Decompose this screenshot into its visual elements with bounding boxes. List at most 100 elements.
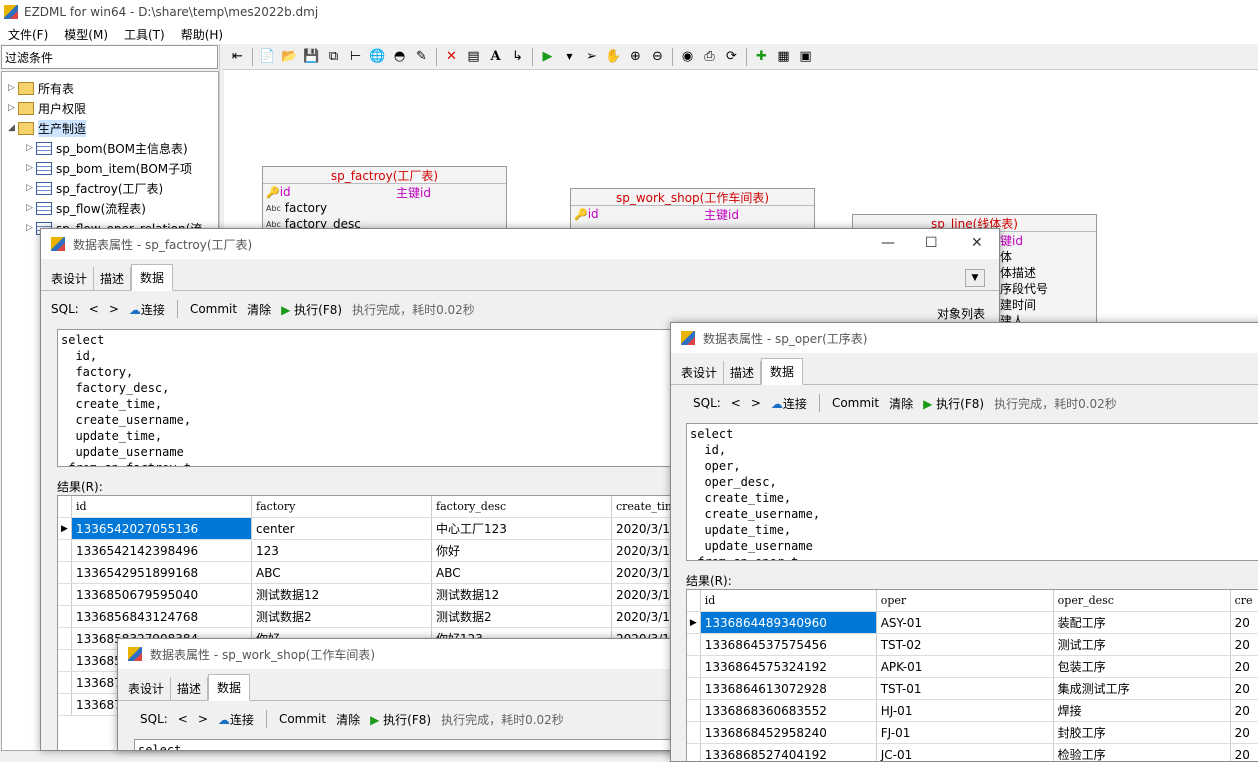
menu-model[interactable]: 模型(M): [56, 26, 116, 43]
back-icon[interactable]: ⇤: [228, 47, 247, 66]
cell[interactable]: HJ-01: [877, 700, 1054, 721]
clear-button[interactable]: 清除: [889, 395, 913, 412]
eye-icon[interactable]: ◉: [678, 47, 697, 66]
table-row[interactable]: 1336864613072928 TST-01 集成测试工序 20: [687, 678, 1258, 700]
cell[interactable]: 测试数据12: [432, 584, 612, 605]
commit-button[interactable]: Commit: [190, 302, 237, 316]
pencil-icon[interactable]: ✎: [412, 47, 431, 66]
table-row[interactable]: 1336868360683552 HJ-01 焊接 20: [687, 700, 1258, 722]
tree-item-sp-bom[interactable]: ▷ sp_bom(BOM主信息表): [26, 138, 188, 158]
entity-sp-factroy[interactable]: sp_factroy(工厂表) 🔑 id 主键id Abc factory Abc …: [262, 166, 507, 236]
cell[interactable]: 装配工序: [1054, 612, 1231, 633]
tab-description[interactable]: 描述: [94, 267, 132, 290]
cell[interactable]: 1336542027055136: [72, 518, 252, 539]
close-icon[interactable]: ✕: [971, 235, 983, 251]
cell[interactable]: 1336856843124768: [72, 606, 252, 627]
chevron-right-icon[interactable]: ▷: [26, 203, 36, 213]
cell[interactable]: 封胶工序: [1054, 722, 1231, 743]
next-button[interactable]: >: [751, 396, 761, 410]
chevron-down-icon[interactable]: ◢: [8, 123, 18, 133]
chevron-right-icon[interactable]: ▷: [26, 183, 36, 193]
cell[interactable]: 1336864575324192: [701, 656, 877, 677]
cell[interactable]: 20: [1231, 722, 1258, 743]
tab-description[interactable]: 描述: [171, 677, 209, 700]
execute-button[interactable]: ▶ 执行(F8): [370, 711, 431, 728]
tree-item-sp-factroy[interactable]: ▷ sp_factroy(工厂表): [26, 178, 163, 198]
connect-button[interactable]: ☁连接: [218, 711, 254, 728]
commit-button[interactable]: Commit: [832, 396, 879, 410]
cell[interactable]: 焊接: [1054, 700, 1231, 721]
clear-button[interactable]: 清除: [336, 711, 360, 728]
print-icon[interactable]: ⎙: [700, 47, 719, 66]
minimize-icon[interactable]: —: [881, 235, 895, 251]
prev-button[interactable]: <: [178, 712, 188, 726]
save-icon[interactable]: 💾: [302, 47, 321, 66]
globe-icon[interactable]: 🌐: [368, 47, 387, 66]
cell[interactable]: 测试数据12: [252, 584, 432, 605]
cell[interactable]: 1336850679595040: [72, 584, 252, 605]
cell[interactable]: 20: [1231, 678, 1258, 699]
cell[interactable]: TST-02: [877, 634, 1054, 655]
result-grid[interactable]: id oper oper_desc cre ▶ 1336864489340960 A…: [686, 589, 1258, 761]
column-header[interactable]: factory_desc: [432, 496, 612, 517]
pointer-icon[interactable]: ➢: [582, 47, 601, 66]
cell[interactable]: 20: [1231, 612, 1258, 633]
cell[interactable]: 测试数据2: [432, 606, 612, 627]
cell[interactable]: FJ-01: [877, 722, 1054, 743]
chevron-right-icon[interactable]: ▷: [26, 163, 36, 173]
column-header[interactable]: cre: [1230, 590, 1258, 611]
chevron-right-icon[interactable]: ▷: [26, 143, 36, 153]
text-icon[interactable]: A: [486, 47, 505, 66]
maximize-icon[interactable]: ☐: [925, 235, 938, 251]
cell[interactable]: 检验工序: [1054, 744, 1231, 761]
tree-item-sp-bom-item[interactable]: ▷ sp_bom_item(BOM子项: [26, 158, 192, 178]
hand-icon[interactable]: ✋: [604, 47, 623, 66]
execute-button[interactable]: ▶ 执行(F8): [281, 301, 342, 318]
cell[interactable]: TST-01: [877, 678, 1054, 699]
cell[interactable]: 1336868452958240: [701, 722, 877, 743]
connector-icon[interactable]: ↳: [508, 47, 527, 66]
table-row[interactable]: ▶ 1336864489340960 ASY-01 装配工序 20: [687, 612, 1258, 634]
menu-help[interactable]: 帮助(H): [173, 26, 231, 43]
copy-icon[interactable]: ⧉: [324, 47, 343, 66]
properties-icon[interactable]: ▦: [774, 47, 793, 66]
run-icon[interactable]: ▶: [538, 47, 557, 66]
commit-button[interactable]: Commit: [279, 712, 326, 726]
execute-button[interactable]: ▶ 执行(F8): [923, 395, 984, 412]
dropdown-icon[interactable]: ▼: [560, 47, 579, 66]
tab-data[interactable]: 数据: [208, 674, 251, 701]
cell[interactable]: 1336864537575456: [701, 634, 877, 655]
chevron-right-icon[interactable]: ▷: [8, 83, 18, 93]
table-row[interactable]: 1336864537575456 TST-02 测试工序 20: [687, 634, 1258, 656]
cell[interactable]: 1336868527404192: [701, 744, 877, 761]
cell[interactable]: 测试数据2: [252, 606, 432, 627]
cell[interactable]: 测试工序: [1054, 634, 1231, 655]
cell[interactable]: 123: [252, 540, 432, 561]
cell[interactable]: 中心工厂123: [432, 518, 612, 539]
clear-button[interactable]: 清除: [247, 301, 271, 318]
cell[interactable]: 1336864613072928: [701, 678, 877, 699]
tree-structure-icon[interactable]: ⊢: [346, 47, 365, 66]
column-header[interactable]: oper_desc: [1053, 590, 1231, 611]
cell[interactable]: 集成测试工序: [1054, 678, 1231, 699]
cell[interactable]: 20: [1231, 634, 1258, 655]
menu-tools[interactable]: 工具(T): [116, 26, 173, 43]
tree-node-permissions[interactable]: ▷ 用户权限: [8, 98, 86, 118]
cell[interactable]: 1336864489340960: [700, 612, 877, 633]
tab-description[interactable]: 描述: [724, 361, 762, 384]
cell[interactable]: JC-01: [877, 744, 1054, 761]
open-folder-icon[interactable]: 📂: [280, 47, 299, 66]
column-header[interactable]: factory: [252, 496, 432, 517]
cell[interactable]: 1336542951899168: [72, 562, 252, 583]
tab-design[interactable]: 表设计: [675, 361, 725, 384]
column-header[interactable]: oper: [876, 590, 1054, 611]
add-table-icon[interactable]: ✚: [752, 47, 771, 66]
connect-button[interactable]: ☁连接: [771, 395, 807, 412]
cell[interactable]: 你好: [432, 540, 612, 561]
cell[interactable]: 1336542142398496: [72, 540, 252, 561]
tree-node-all[interactable]: ▷ 所有表: [8, 78, 74, 98]
tree-item-sp-flow[interactable]: ▷ sp_flow(流程表): [26, 198, 146, 218]
column-header[interactable]: id: [700, 590, 877, 611]
prev-button[interactable]: <: [89, 302, 99, 316]
cell[interactable]: 1336868360683552: [701, 700, 877, 721]
